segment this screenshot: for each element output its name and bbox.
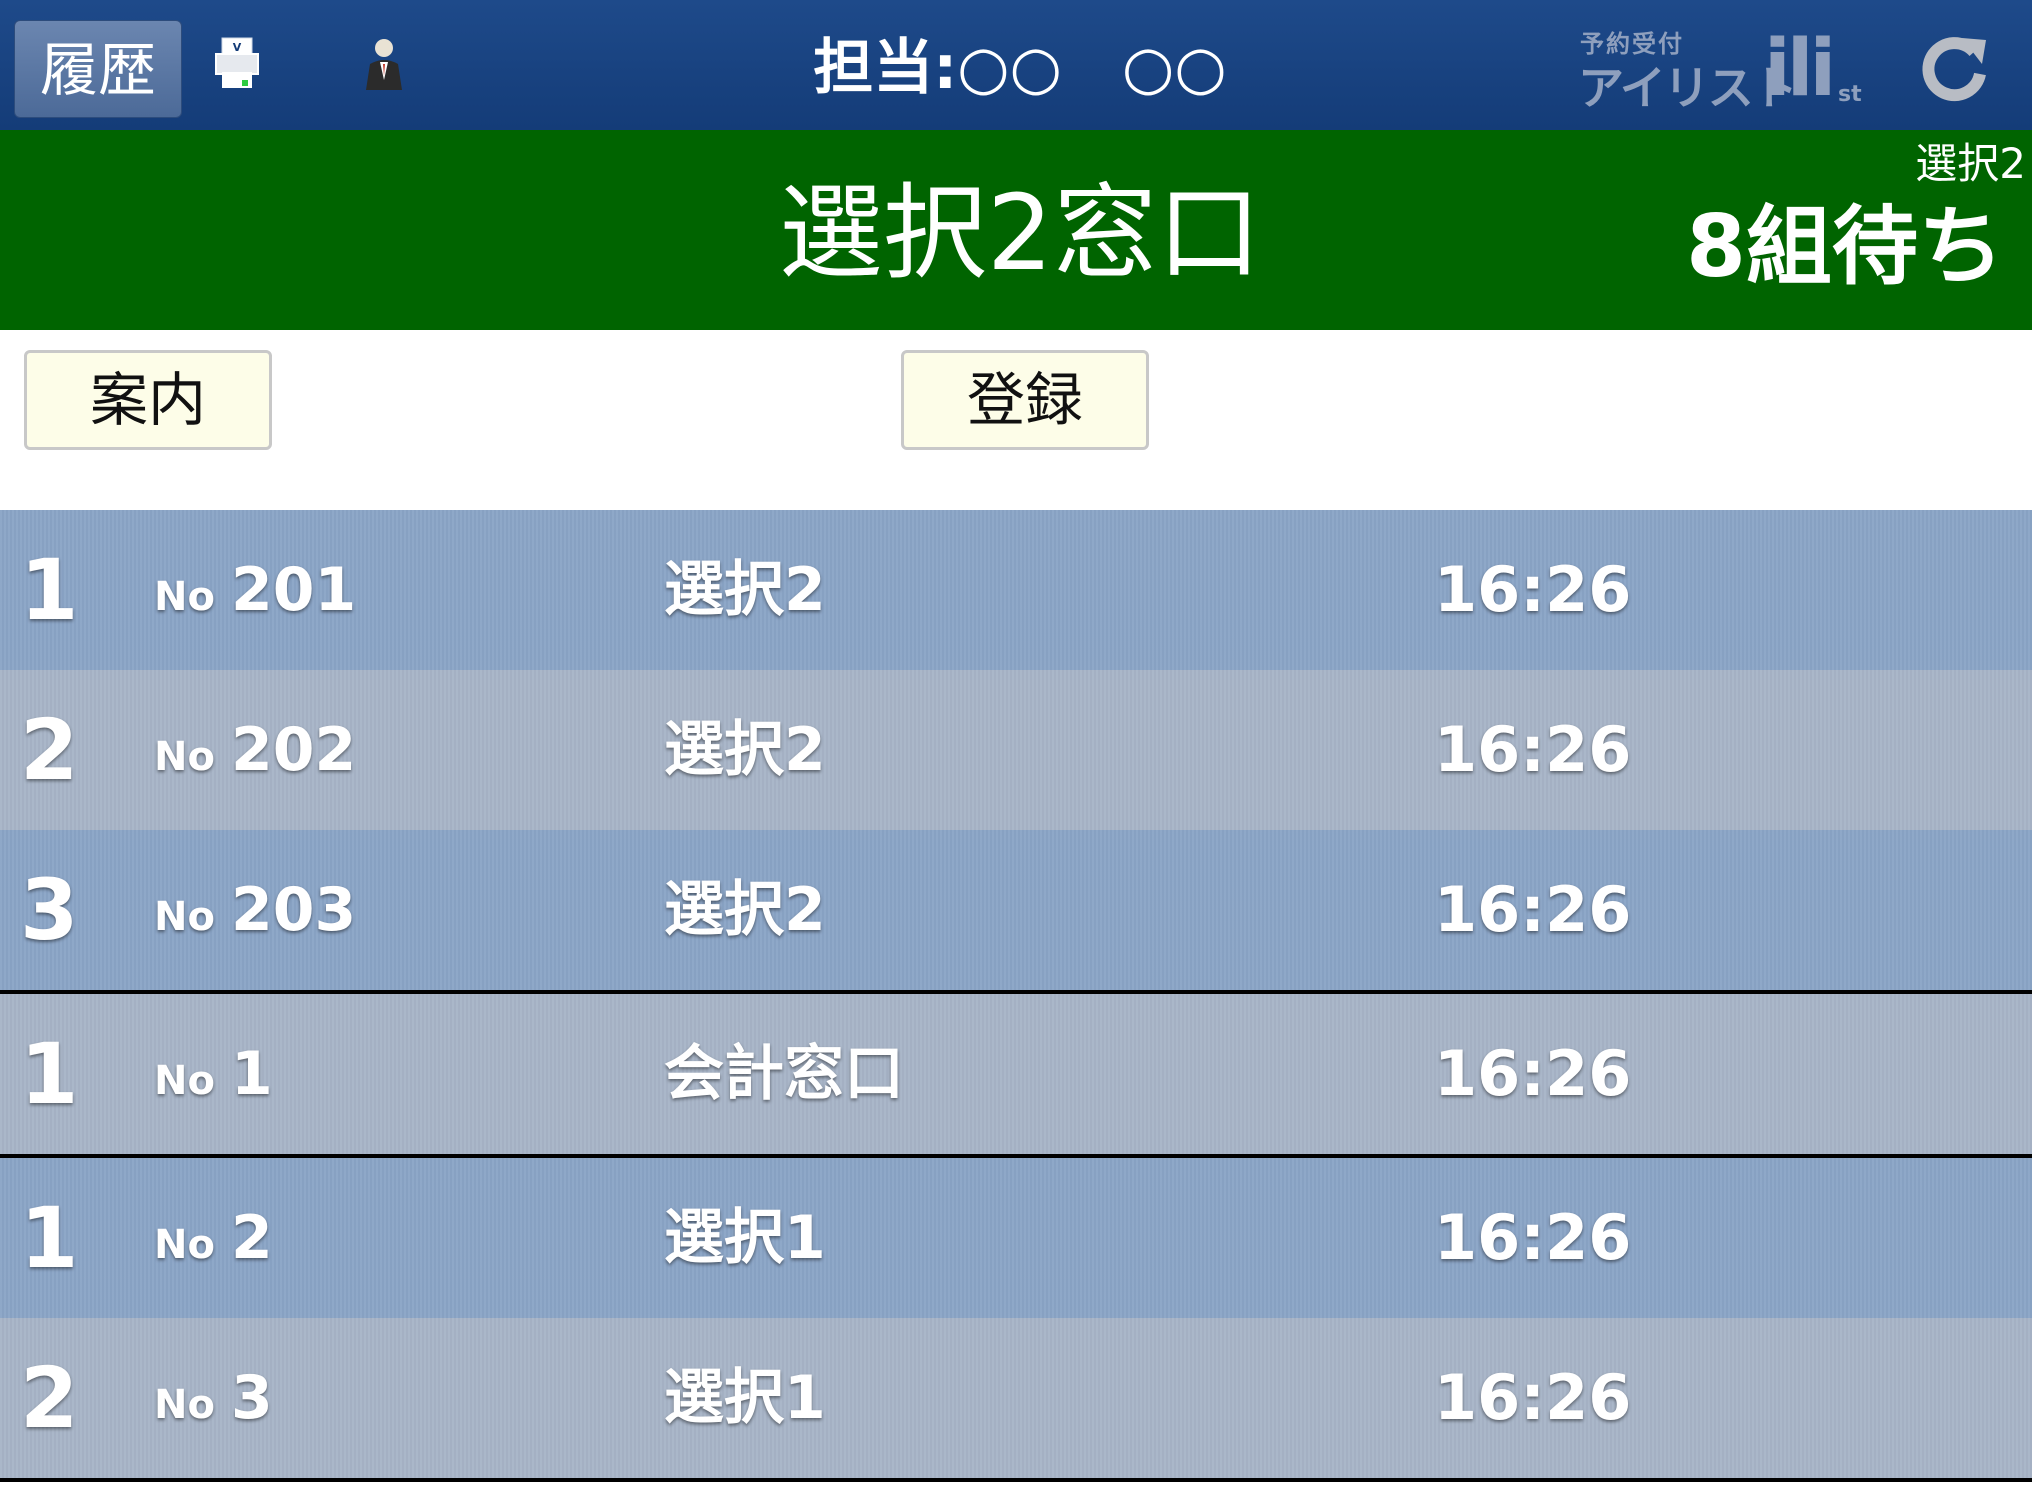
row-window-name: 選択2 [664,555,826,625]
row-rank: 1 [20,541,79,639]
row-rank: 2 [20,1349,79,1447]
staff-label: 担当:○○ ○○ [813,33,1227,103]
row-window-name: 会計窓口 [664,1039,904,1109]
staff-person-icon[interactable] [358,36,410,92]
row-window-name: 選択1 [664,1363,826,1433]
row-time: 16:26 [1434,553,1632,626]
register-button[interactable]: 登録 [901,350,1149,450]
no-label: No [154,1058,215,1104]
ticket-value: 201 [230,555,357,625]
ticket-value: 3 [230,1363,273,1433]
window-header: 選択2窓口 選択2 8組待ち [0,130,2032,330]
queue-row[interactable]: 1 No 2 選択1 16:26 [0,1154,2032,1318]
row-window-name: 選択2 [664,715,826,785]
row-time: 16:26 [1434,1037,1632,1110]
ticket-number: No 1 [154,994,273,1161]
guide-button[interactable]: 案内 [24,350,272,450]
brand-mark: ili [1764,24,1836,114]
window-title: 選択2窓口 [778,172,1262,294]
queue-list: 1 No 201 選択2 16:26 2 No 202 選択2 16:26 3 No… [0,510,2032,1482]
row-rank: 1 [20,1189,79,1287]
ticket-value: 1 [230,1039,273,1109]
row-rank: 1 [20,1025,79,1123]
queue-row[interactable]: 2 No 3 選択1 16:26 [0,1318,2032,1482]
row-time: 16:26 [1434,873,1632,946]
queue-row[interactable]: 3 No 203 選択2 16:26 [0,830,2032,990]
queue-window-label: 選択2 [1915,139,2026,188]
row-window-name: 選択2 [664,875,826,945]
row-window-name: 選択1 [664,1203,826,1273]
brand-logo: 予約受付 アイリスト ili st [1578,24,1868,115]
no-label: No [154,1222,215,1268]
ticket-value: 202 [230,715,357,785]
queue-row[interactable]: 1 No 1 会計窓口 16:26 [0,990,2032,1154]
no-label: No [154,734,215,780]
ticket-number: No 202 [154,670,356,837]
waiting-count: 8組待ち [1686,197,2004,297]
queue-row[interactable]: 1 No 201 選択2 16:26 [0,510,2032,670]
no-label: No [154,894,215,940]
printer-icon[interactable]: V [212,36,264,92]
row-time: 16:26 [1434,1361,1632,1434]
ticket-value: 2 [230,1203,273,1273]
top-navigation-bar: 履歴 V 担当:○○ ○○ 予約受付 アイリスト ili st [0,0,2032,131]
ticket-value: 203 [230,875,357,945]
row-rank: 3 [20,861,79,959]
ticket-number: No 203 [154,830,356,997]
row-time: 16:26 [1434,713,1632,786]
ticket-number: No 201 [154,510,356,677]
brand-suffix: st [1838,82,1862,107]
row-rank: 2 [20,701,79,799]
history-button[interactable]: 履歴 [14,20,182,118]
ticket-number: No 3 [154,1318,273,1485]
no-label: No [154,574,215,620]
svg-text:V: V [233,41,242,54]
ticket-number: No 2 [154,1158,273,1325]
refresh-icon[interactable] [1916,30,1992,106]
queue-row[interactable]: 2 No 202 選択2 16:26 [0,670,2032,830]
no-label: No [154,1382,215,1428]
row-time: 16:26 [1434,1201,1632,1274]
